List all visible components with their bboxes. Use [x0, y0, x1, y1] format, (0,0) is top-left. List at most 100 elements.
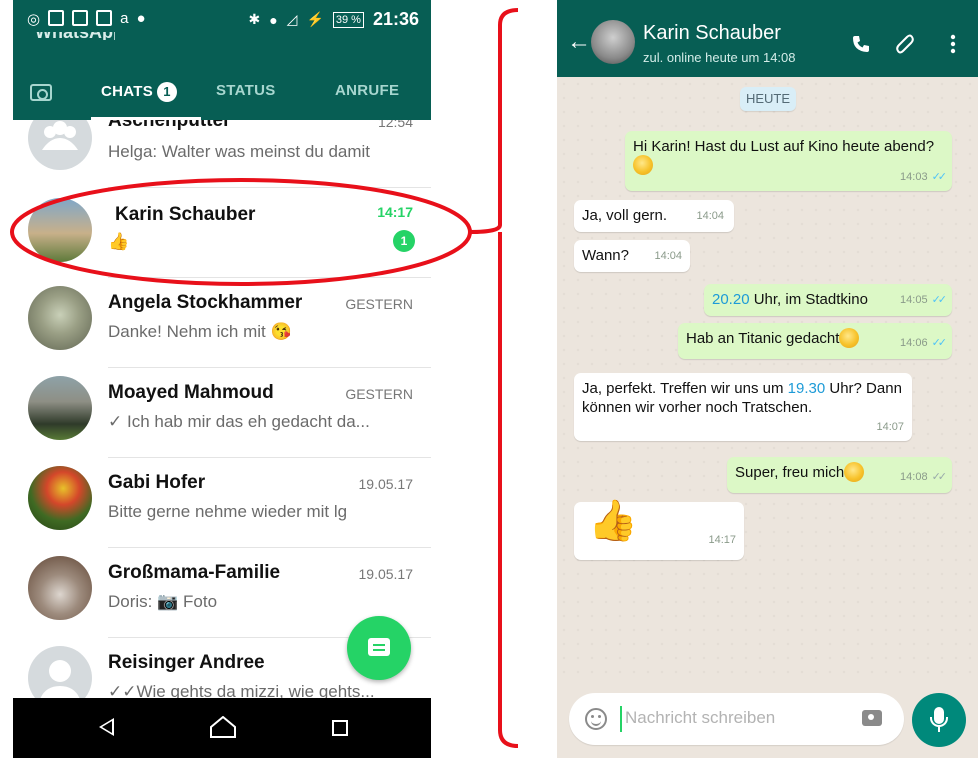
avatar — [28, 556, 92, 620]
message-text: Wann? — [582, 247, 629, 264]
chat-preview: ✓✓Wie gehts da mizzi, wie gehts... — [108, 682, 375, 698]
message-time: 14:04 — [654, 250, 682, 262]
chat-preview: Bitte gerne nehme wieder mit lg — [108, 502, 348, 521]
read-receipt-icon: ✓✓ — [931, 294, 948, 306]
smile-emoji-icon — [633, 155, 653, 176]
at-icon: ◎ — [27, 11, 41, 28]
message-bubble-incoming[interactable]: Ja, voll gern. 14:04 — [574, 200, 734, 232]
notification-icons: ◎ a ● — [27, 10, 146, 28]
status-bar: ◎ a ● ✱ ● ◿ ⚡ 39 % 21:36 WhatsApp — [13, 0, 431, 40]
avatar — [28, 466, 92, 530]
amazon-icon: a — [120, 10, 129, 27]
home-icon[interactable] — [209, 716, 237, 738]
read-receipt-icon: ✓✓ — [931, 337, 948, 349]
chat-preview: 👍 — [108, 232, 130, 251]
emoji-picker-icon[interactable] — [585, 708, 607, 730]
message-text: Hi Karin! Hast du Lust auf Kino heute ab… — [633, 138, 935, 155]
battery-level: 39 % — [332, 11, 364, 28]
new-chat-button[interactable] — [347, 616, 411, 680]
chat-row-aschenputtel[interactable]: Aschenputtel 12:54 Helga: Walter was mei… — [13, 120, 431, 188]
attach-icon[interactable] — [895, 33, 915, 55]
message-input[interactable]: Nachricht schreiben — [569, 693, 904, 745]
message-bubble-outgoing[interactable]: 20.20 Uhr, im Stadtkino 14:05 ✓✓ — [704, 284, 952, 316]
message-meta: 14:05 ✓✓ — [900, 294, 948, 306]
kiss-emoji-icon — [844, 462, 865, 483]
chat-row-gabi-hofer[interactable]: Gabi Hofer 19.05.17 Bitte gerne nehme wi… — [13, 458, 431, 548]
voice-record-button[interactable] — [912, 693, 966, 747]
group-avatar-icon — [28, 120, 92, 170]
chat-name: Angela Stockhammer — [108, 292, 303, 313]
message-text: Ja, perfekt. Treffen wir uns um — [582, 380, 788, 397]
message-meta: 14:08 ✓✓ — [900, 471, 948, 483]
message-meta: 14:06 ✓✓ — [900, 337, 948, 349]
chat-time: GESTERN — [345, 296, 413, 312]
avatar — [28, 376, 92, 440]
conversation-screen: ← Karin Schauber zul. online heute um 14… — [557, 0, 978, 758]
text-cursor — [620, 706, 622, 732]
chat-preview: ✓ Ich hab mir das eh gedacht da... — [108, 412, 370, 431]
message-text: Super, freu mich — [735, 464, 845, 481]
back-icon[interactable] — [99, 718, 114, 736]
chat-row-moayed-mahmoud[interactable]: Moayed Mahmoud GESTERN ✓ Ich hab mir das… — [13, 368, 431, 458]
more-options-icon[interactable] — [950, 34, 956, 54]
message-text: Ja, voll gern. — [582, 207, 668, 224]
tab-bar: CHATS 1 STATUS ANRUFE — [13, 40, 431, 120]
dnd-icon: ● — [269, 11, 278, 28]
tab-chats-label: CHATS — [101, 83, 154, 100]
chat-time: GESTERN — [345, 386, 413, 402]
recent-apps-icon[interactable] — [332, 720, 348, 736]
chat-preview: Helga: Walter was meinst du damit — [108, 142, 371, 161]
message-bubble-incoming[interactable]: Ja, perfekt. Treffen wir uns um 19.30 Uh… — [574, 373, 912, 441]
message-bubble-incoming[interactable]: 👍 14:17 — [574, 499, 744, 560]
signal-icon: ◿ — [286, 11, 298, 27]
chat-time: 14:17 — [377, 204, 413, 220]
contact-avatar[interactable] — [591, 20, 635, 64]
message-time: 14:07 — [876, 421, 904, 433]
chat-name: Gabi Hofer — [108, 472, 206, 493]
camera-icon[interactable] — [862, 710, 882, 726]
chat-preview: Danke! Nehm ich mit 😘 — [108, 322, 292, 341]
chat-name: Aschenputtel — [108, 120, 229, 131]
message-placeholder: Nachricht schreiben — [625, 708, 776, 727]
message-bubble-outgoing[interactable]: Super, freu mich 14:08 ✓✓ — [727, 457, 952, 493]
camera-icon[interactable] — [30, 84, 52, 101]
chat-preview: Doris: 📷 Foto — [108, 592, 218, 611]
message-bubble-outgoing[interactable]: Hab an Titanic gedacht 14:06 ✓✓ — [678, 323, 952, 359]
message-icon — [368, 638, 390, 656]
message-bubble-incoming[interactable]: Wann? 14:04 — [574, 240, 690, 272]
tab-status[interactable]: STATUS — [216, 82, 276, 99]
system-status: ✱ ● ◿ ⚡ 39 % 21:36 — [248, 9, 419, 30]
message-text: Uhr, im Stadtkino — [749, 291, 868, 308]
chat-name: Karin Schauber — [115, 204, 256, 225]
message-meta: 14:03 ✓✓ — [900, 171, 947, 183]
phone-icon[interactable] — [851, 34, 871, 54]
chat-name: Moayed Mahmoud — [108, 382, 274, 403]
avatar — [28, 198, 92, 262]
delivered-receipt-icon: ✓✓ — [931, 471, 948, 483]
chat-time: 19.05.17 — [358, 566, 414, 582]
tab-chats[interactable]: CHATS 1 — [101, 82, 178, 102]
app-title: WhatsApp — [35, 32, 115, 40]
back-arrow-icon[interactable]: ← — [567, 28, 591, 56]
app-icon — [48, 10, 65, 26]
chat-time: 12:54 — [377, 120, 413, 130]
compose-bar: Nachricht schreiben — [557, 681, 978, 758]
message-time: 14:17 — [708, 534, 736, 546]
contact-name[interactable]: Karin Schauber — [643, 22, 781, 45]
highlighted-time: 20.20 — [712, 291, 750, 308]
calendar-icon — [72, 10, 89, 26]
sweat-smile-emoji-icon — [839, 328, 860, 349]
tab-calls[interactable]: ANRUFE — [335, 82, 399, 99]
chat-list: Aschenputtel 12:54 Helga: Walter was mei… — [13, 120, 431, 698]
android-icon: ● — [136, 10, 146, 27]
default-avatar-icon — [28, 646, 92, 698]
thumbs-up-sticker: 👍 — [588, 499, 638, 543]
unread-badge: 1 — [157, 82, 178, 102]
chat-name: Reisinger Andree — [108, 652, 265, 673]
image-icon — [96, 10, 113, 26]
chat-row-angela-stockhammer[interactable]: Angela Stockhammer GESTERN Danke! Nehm i… — [13, 278, 431, 368]
chat-row-karin-schauber[interactable]: Karin Schauber 14:17 👍 1 — [13, 188, 431, 278]
message-list: HEUTE Hi Karin! Hast du Lust auf Kino he… — [557, 77, 978, 681]
charging-icon: ⚡ — [306, 11, 324, 27]
message-bubble-outgoing[interactable]: Hi Karin! Hast du Lust auf Kino heute ab… — [625, 131, 952, 191]
